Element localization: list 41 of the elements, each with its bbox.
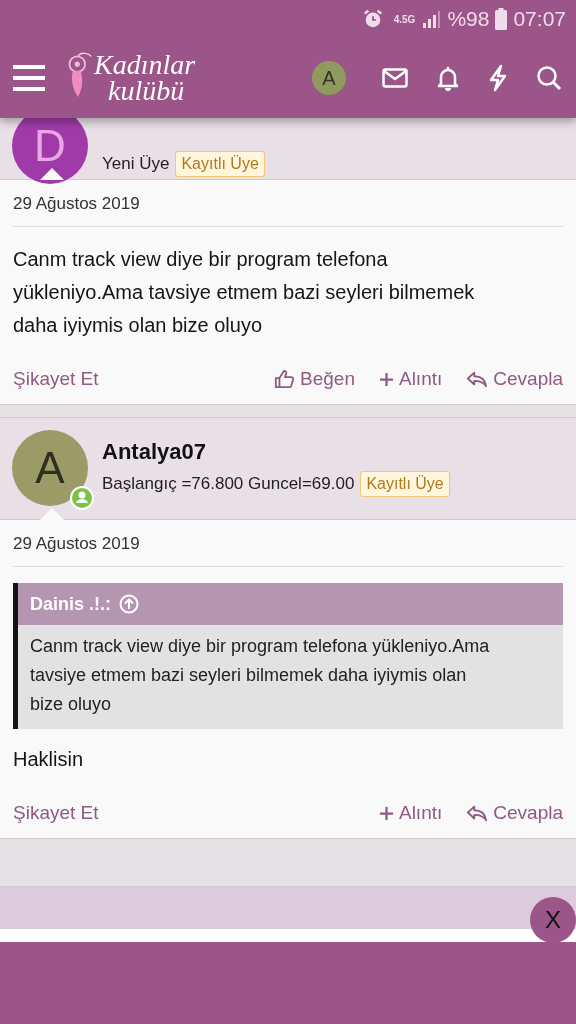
post-date[interactable]: 29 Ağustos 2019 <box>13 534 563 567</box>
member-badge: Kayıtlı Üye <box>175 151 265 177</box>
lightning-icon[interactable] <box>488 64 508 92</box>
pointer-notch <box>40 168 64 180</box>
quote-link[interactable]: Alıntı <box>378 802 443 824</box>
username-link[interactable]: Antalya07 <box>102 439 450 465</box>
plus-icon <box>378 371 394 387</box>
user-avatar[interactable]: A <box>12 430 88 506</box>
reply-link[interactable]: Cevapla <box>466 368 563 390</box>
user-avatar[interactable]: D <box>12 118 88 184</box>
post-text: Haklisin <box>13 747 85 772</box>
battery-icon <box>495 8 508 30</box>
quote-author[interactable]: Dainis .!.: <box>30 593 111 615</box>
post-text: Canm track view diye bir program telefona yükleniyo.Ama tavsiye etmem bazi seyleri bilmemek daha iyiymis olan bize oluyo <box>13 247 476 338</box>
pointer-notch <box>40 508 64 520</box>
reply-arrow-icon <box>466 369 489 389</box>
member-badge: Kayıtlı Üye <box>360 471 450 497</box>
report-link[interactable]: Şikayet Et <box>13 802 99 824</box>
post-date[interactable]: 29 Ağustos 2019 <box>13 194 563 227</box>
site-logo[interactable]: Kadınlar kulübü <box>66 50 196 106</box>
alarm-icon <box>361 8 384 30</box>
menu-icon[interactable] <box>12 64 46 92</box>
plus-icon <box>378 805 394 821</box>
network-label: 4.5G <box>393 13 416 25</box>
report-link[interactable]: Şikayet Et <box>13 368 99 390</box>
bell-icon[interactable] <box>436 65 460 91</box>
reply-link[interactable]: Cevapla <box>466 802 563 824</box>
quote-link[interactable]: Alıntı <box>378 368 443 390</box>
search-icon[interactable] <box>536 65 562 91</box>
user-title: Yeni Üye <box>102 154 170 174</box>
up-arrow-circle-icon[interactable] <box>119 594 139 614</box>
quote-text: Canm track view diye bir program telefona yükleniyo.Ama tavsiye etmem bazi seyleri bilmemek daha iyiymis olan bize oluyo <box>29 635 491 716</box>
signal-icon <box>421 9 442 29</box>
mail-icon[interactable] <box>382 68 408 88</box>
battery-percent: %98 <box>447 7 490 31</box>
like-link[interactable]: Beğen <box>273 368 355 390</box>
clock: 07:07 <box>513 7 566 31</box>
user-title: Başlangıç =76.800 Guncel=69.00 <box>102 474 355 494</box>
account-avatar[interactable]: A <box>312 61 346 95</box>
reply-arrow-icon <box>466 803 489 823</box>
thumbs-up-icon <box>273 369 295 389</box>
